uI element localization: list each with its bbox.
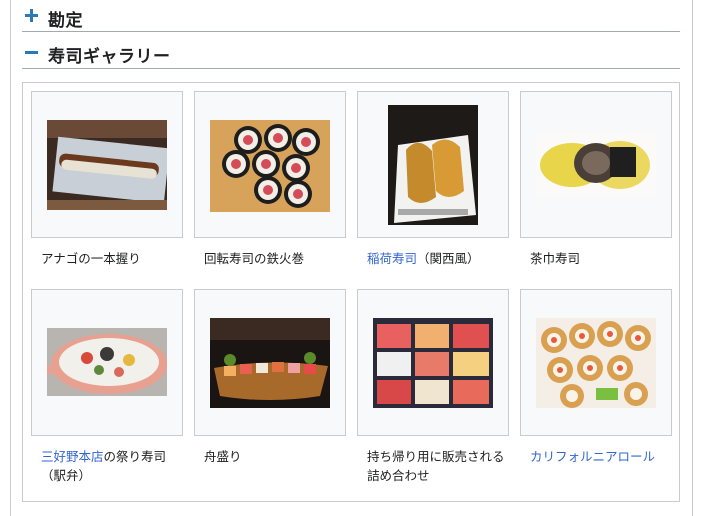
- gallery-thumb[interactable]: [31, 91, 183, 238]
- gallery-caption: 回転寿司の鉄火巻: [204, 251, 305, 266]
- gallery-caption: アナゴの一本握り: [41, 251, 141, 266]
- section-header-kanjo[interactable]: 勘定: [22, 2, 680, 32]
- takeout-sushi-image[interactable]: [373, 318, 493, 408]
- gallery-thumb[interactable]: [520, 289, 672, 436]
- gallery-caption: 三好野本店の祭り寿司（駅弁）: [41, 449, 167, 483]
- gallery-caption: カリフォルニアロール: [530, 447, 670, 466]
- caption-link[interactable]: 稲荷寿司: [367, 251, 417, 266]
- tekka-maki-image[interactable]: [210, 120, 330, 212]
- minus-icon[interactable]: [25, 45, 39, 59]
- gallery-thumb[interactable]: [357, 91, 509, 238]
- plus-icon[interactable]: [25, 9, 39, 23]
- content-border-right: [692, 0, 693, 516]
- gallery-thumb[interactable]: [31, 289, 183, 436]
- matsuri-sushi-image[interactable]: [47, 328, 167, 396]
- gallery-caption: 舟盛り: [204, 449, 242, 464]
- gallery-caption: 持ち帰り用に販売される詰め合わせ: [367, 449, 505, 483]
- sushi-gallery: アナゴの一本握り 回転寿司の鉄火巻 稲荷寿司（関西風） 茶巾寿司 三好野本店の祭…: [22, 82, 680, 502]
- caption-link[interactable]: カリフォルニアロール: [530, 449, 655, 464]
- gallery-thumb[interactable]: [520, 91, 672, 238]
- gallery-thumb[interactable]: [194, 91, 346, 238]
- california-roll-image[interactable]: [536, 318, 656, 408]
- content-border-left: [10, 0, 11, 516]
- anago-sushi-image[interactable]: [47, 120, 167, 210]
- section-title: 寿司ギャラリー: [48, 47, 171, 67]
- gallery-caption: 稲荷寿司（関西風）: [367, 251, 480, 266]
- funamori-image[interactable]: [210, 318, 330, 408]
- inari-sushi-image[interactable]: [388, 105, 478, 225]
- gallery-thumb[interactable]: [357, 289, 509, 436]
- gallery-caption: 茶巾寿司: [530, 251, 581, 266]
- section-title: 勘定: [48, 11, 83, 31]
- section-header-sushi-gallery[interactable]: 寿司ギャラリー: [22, 38, 680, 69]
- chakin-sushi-image[interactable]: [536, 133, 656, 197]
- caption-link[interactable]: 三好野本店: [41, 449, 104, 464]
- gallery-thumb[interactable]: [194, 289, 346, 436]
